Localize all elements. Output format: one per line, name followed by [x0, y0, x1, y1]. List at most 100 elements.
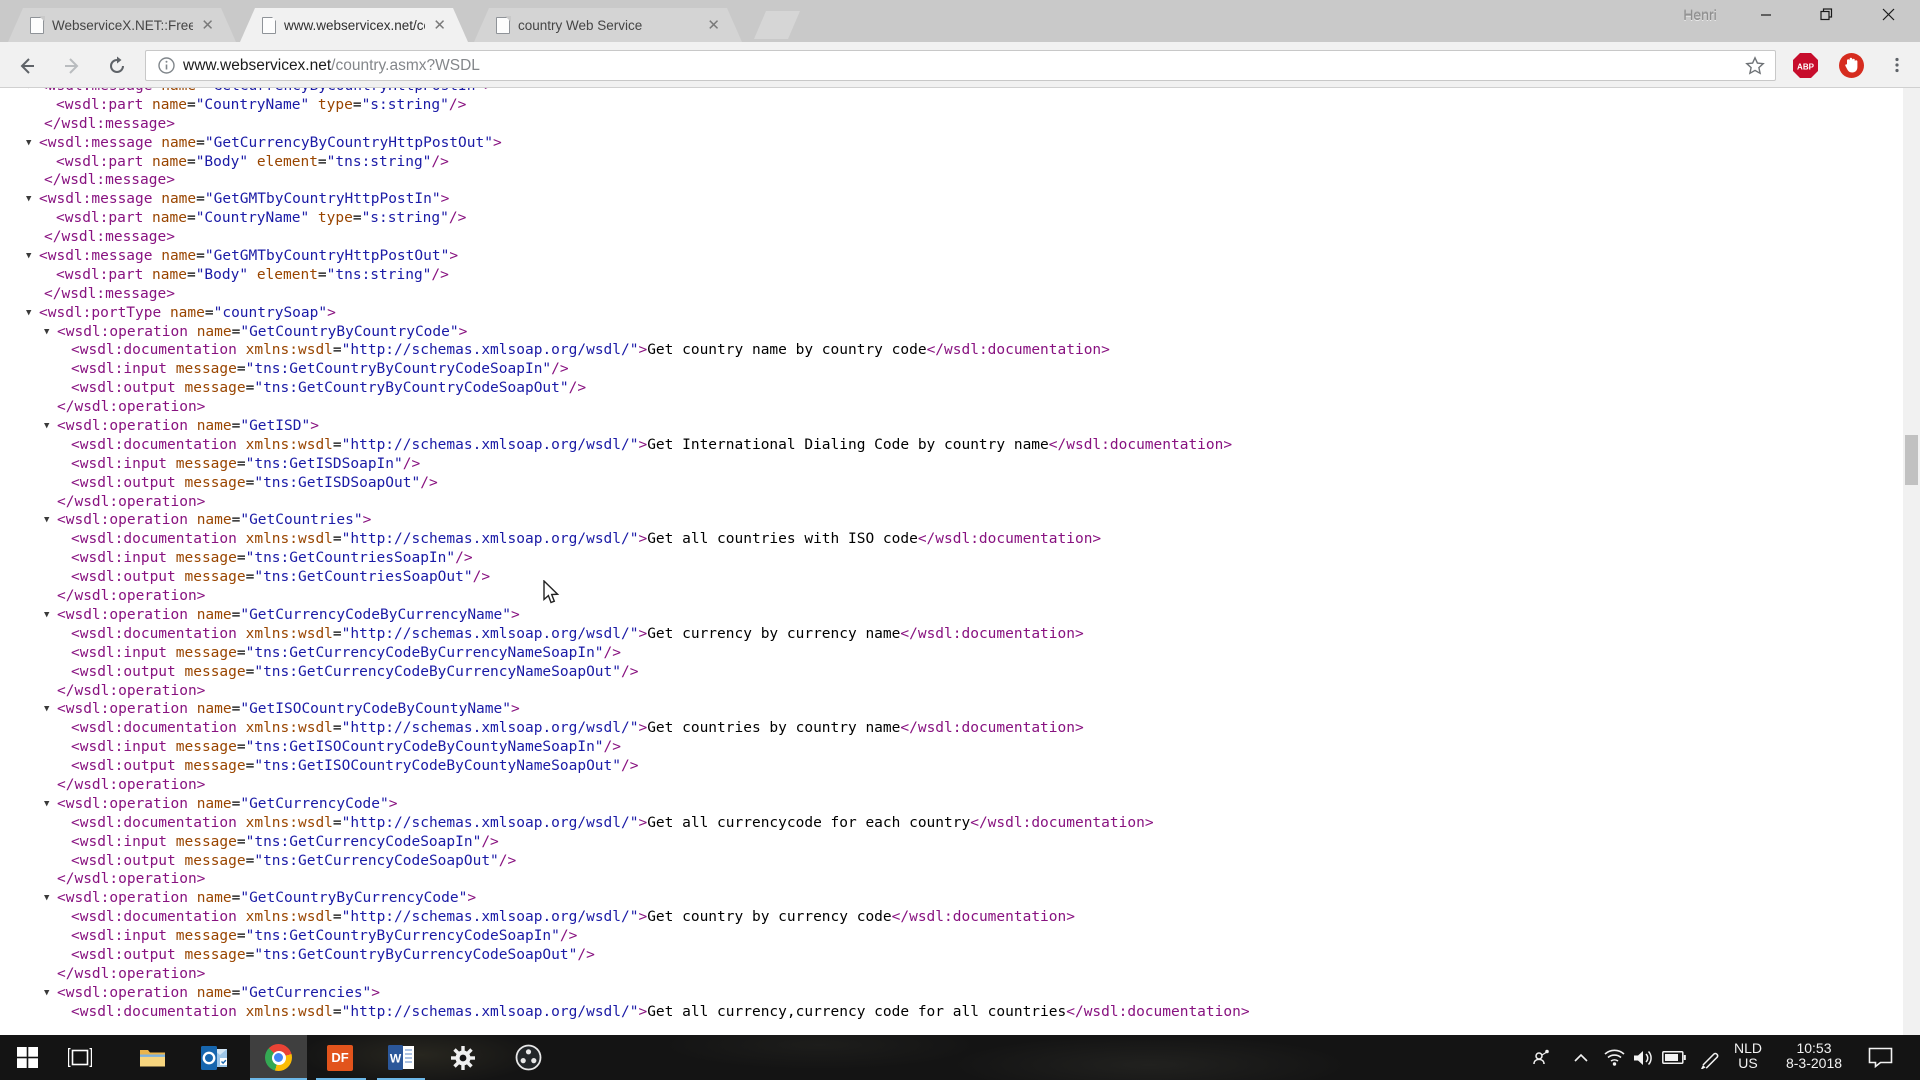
xml-token: message: [185, 853, 246, 869]
xml-token: <wsdl:operation: [57, 701, 197, 717]
page-info-icon[interactable]: [158, 57, 175, 74]
xml-token: >: [327, 305, 336, 321]
xml-token: message: [185, 947, 246, 963]
scrollbar-thumb[interactable]: [1905, 435, 1918, 485]
xml-token: />: [569, 380, 586, 396]
collapse-arrow-icon[interactable]: ▼: [26, 304, 39, 323]
tab-webservicex-home[interactable]: WebserviceX.NET::Free W ✕: [8, 8, 236, 42]
xml-token: =: [196, 135, 205, 151]
xml-token: </wsdl:documentation>: [970, 815, 1153, 831]
browser-toolbar: www.webservicex.net/country.asmx?WSDL AB…: [0, 42, 1920, 88]
xml-token: </wsdl:message>: [44, 286, 175, 302]
xml-token: =: [318, 267, 327, 283]
xml-token: xmlns:wsdl: [246, 531, 333, 547]
obs-icon: [515, 1044, 542, 1071]
chrome-menu-button[interactable]: [1882, 50, 1912, 80]
hand-stop-extension-icon[interactable]: [1838, 52, 1865, 79]
word-button[interactable]: W: [376, 1035, 426, 1080]
xml-token: type: [318, 210, 353, 226]
collapse-arrow-icon[interactable]: ▼: [44, 700, 57, 719]
minimize-icon: [1760, 9, 1772, 21]
tray-overflow-chevron-icon[interactable]: [1568, 1035, 1594, 1080]
new-tab-button[interactable]: [754, 11, 800, 39]
people-icon[interactable]: [1526, 1035, 1556, 1080]
back-button[interactable]: [12, 51, 42, 81]
collapse-arrow-icon[interactable]: ▼: [44, 984, 57, 1003]
task-view-button[interactable]: [58, 1035, 102, 1080]
xml-token: <wsdl:part: [56, 267, 152, 283]
address-bar[interactable]: www.webservicex.net/country.asmx?WSDL: [145, 50, 1776, 81]
chrome-taskbar-button[interactable]: [250, 1035, 307, 1080]
collapse-arrow-icon[interactable]: ▼: [44, 511, 57, 530]
vertical-scrollbar[interactable]: [1903, 88, 1920, 1035]
bookmark-star-icon[interactable]: [1745, 56, 1765, 76]
xml-token: </wsdl:message>: [44, 172, 175, 188]
profile-name[interactable]: Henri: [1660, 7, 1740, 23]
task-view-icon: [68, 1048, 92, 1067]
forward-button[interactable]: [57, 51, 87, 81]
xml-token: xmlns:wsdl: [246, 720, 333, 736]
settings-button[interactable]: [438, 1035, 488, 1080]
language-indicator[interactable]: NLD US: [1728, 1041, 1768, 1071]
collapse-arrow-icon[interactable]: ▼: [26, 134, 39, 153]
collapse-arrow-icon[interactable]: ▼: [44, 889, 57, 908]
collapse-arrow-icon[interactable]: ▼: [26, 190, 39, 209]
tab-wsdl-active[interactable]: www.webservicex.net/co ✕: [240, 8, 468, 42]
xml-line: ▼<wsdl:message name="GetCurrencyByCountr…: [0, 88, 1886, 96]
pen-icon[interactable]: [1694, 1035, 1726, 1080]
tab-close-icon[interactable]: ✕: [707, 18, 720, 33]
xml-line: ▼<wsdl:operation name="GetCurrencyCodeBy…: [0, 606, 1886, 625]
xml-token: =: [353, 210, 362, 226]
xml-token: <wsdl:input: [71, 834, 176, 850]
chrome-icon: [265, 1044, 292, 1071]
collapse-arrow-icon[interactable]: ▼: [44, 795, 57, 814]
tab-close-icon[interactable]: ✕: [433, 18, 446, 33]
xml-token: Get all currency,currency code for all c…: [647, 1004, 1066, 1020]
adblock-plus-extension-icon[interactable]: ABP: [1792, 52, 1819, 79]
xml-token: <wsdl:message: [39, 191, 161, 207]
start-button[interactable]: [7, 1035, 47, 1080]
action-center-icon[interactable]: [1862, 1035, 1898, 1080]
xml-token: "GetCurrencyByCountryHttpPostIn": [205, 88, 484, 94]
window-close-button[interactable]: [1860, 0, 1916, 29]
back-icon: [17, 56, 37, 76]
window-restore-button[interactable]: [1798, 0, 1854, 29]
xml-token: name: [197, 796, 232, 812]
xml-token: <wsdl:documentation: [71, 815, 246, 831]
reload-button[interactable]: [102, 51, 132, 81]
xml-token: =: [187, 97, 196, 113]
outlook-button[interactable]: [190, 1035, 238, 1080]
wifi-icon[interactable]: [1600, 1035, 1628, 1080]
xml-token: "GetCountryByCountryCode": [240, 324, 458, 340]
collapse-arrow-icon[interactable]: ▼: [26, 88, 39, 96]
tab-country-web-service[interactable]: country Web Service ✕: [474, 8, 742, 42]
clock[interactable]: 10:53 8-3-2018: [1772, 1041, 1856, 1071]
tab-strip: WebserviceX.NET::Free W ✕ www.webservice…: [0, 0, 1920, 42]
collapse-arrow-icon[interactable]: ▼: [26, 247, 39, 266]
collapse-arrow-icon[interactable]: ▼: [44, 417, 57, 436]
df-app-button[interactable]: DF: [314, 1035, 366, 1080]
file-explorer-button[interactable]: [128, 1035, 176, 1080]
window-minimize-button[interactable]: [1738, 0, 1794, 29]
xml-token: Get currency by currency name: [647, 626, 900, 642]
windows-logo-icon: [17, 1047, 38, 1068]
xml-token: </wsdl:message>: [44, 229, 175, 245]
xml-token: [309, 97, 318, 113]
xml-token: />: [481, 834, 498, 850]
xml-token: "tns:GetCurrencyCodeByCurrencyNameSoapOu…: [254, 664, 621, 680]
xml-token: =: [205, 305, 214, 321]
xml-token: [309, 210, 318, 226]
xml-token: <wsdl:operation: [57, 796, 197, 812]
obs-button[interactable]: [502, 1035, 554, 1080]
kebab-menu-icon: [1888, 56, 1906, 74]
xml-token: <wsdl:operation: [57, 512, 197, 528]
collapse-arrow-icon[interactable]: ▼: [44, 606, 57, 625]
xml-token: >: [638, 531, 647, 547]
collapse-arrow-icon[interactable]: ▼: [44, 323, 57, 342]
xml-token: />: [621, 758, 638, 774]
battery-icon[interactable]: [1658, 1035, 1690, 1080]
speaker-icon[interactable]: [1629, 1035, 1659, 1080]
xml-token: =: [187, 154, 196, 170]
tab-close-icon[interactable]: ✕: [201, 18, 214, 33]
xml-token: message: [185, 664, 246, 680]
